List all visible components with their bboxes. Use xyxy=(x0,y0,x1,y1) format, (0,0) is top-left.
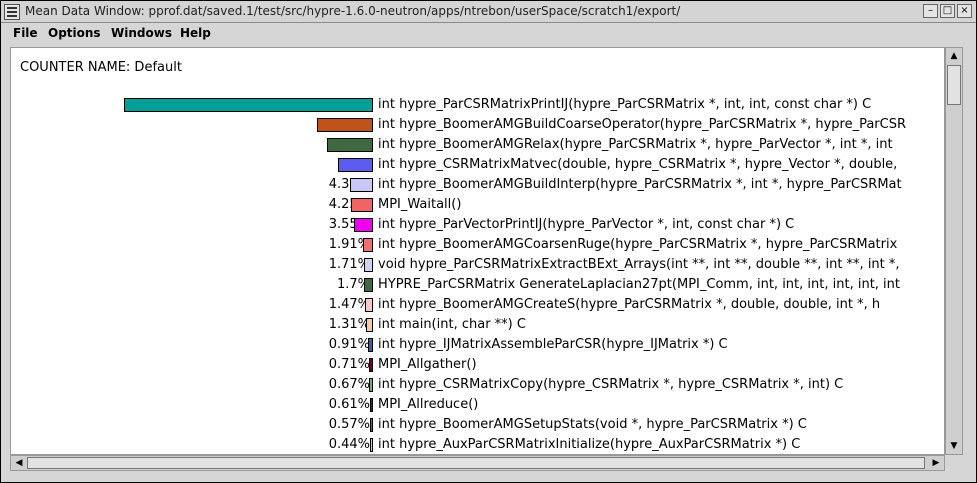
percent-bar[interactable] xyxy=(369,378,373,392)
percent-value: 0.61% xyxy=(328,397,370,412)
menu-help[interactable]: Help xyxy=(180,26,211,40)
function-name[interactable]: int hypre_IJMatrixAssembleParCSR(hypre_I… xyxy=(378,337,728,352)
percent-bar[interactable] xyxy=(369,358,373,372)
minimize-button[interactable]: – xyxy=(923,4,938,18)
percent-value: 1.47% xyxy=(328,297,370,312)
function-row[interactable]: 0.67% int hypre_CSRMatrixCopy(hypre_CSRMa… xyxy=(11,375,944,395)
percent-bar[interactable] xyxy=(354,218,373,232)
function-row[interactable]: 1.31% int main(int, char **) C xyxy=(11,315,944,335)
function-name[interactable]: int hypre_BoomerAMGCoarsenRuge(hypre_Par… xyxy=(378,237,897,252)
percent-bar[interactable] xyxy=(366,318,373,332)
function-name[interactable]: int hypre_BoomerAMGSetupStats(void *, hy… xyxy=(378,417,807,432)
mean-data-panel: COUNTER NAME: Default 47.22%int hypre_Pa… xyxy=(10,47,945,455)
function-name[interactable]: int hypre_ParCSRMatrixPrintIJ(hypre_ParC… xyxy=(378,97,871,112)
horizontal-scroll-thumb[interactable] xyxy=(27,457,925,469)
function-row[interactable]: 1.47% int hypre_BoomerAMGCreateS(hypre_Pa… xyxy=(11,295,944,315)
function-row[interactable]: 6.7%int hypre_CSRMatrixMatvec(double, hy… xyxy=(11,155,944,175)
mean-data-window: Mean Data Window: pprof.dat/saved.1/test… xyxy=(0,0,977,483)
function-row[interactable]: 0.91% int hypre_IJMatrixAssembleParCSR(hy… xyxy=(11,335,944,355)
function-row[interactable]: 1.71% void hypre_ParCSRMatrixExtractBExt_… xyxy=(11,255,944,275)
maximize-button[interactable]: □ xyxy=(940,4,955,18)
scroll-left-icon[interactable]: ◀ xyxy=(13,456,25,470)
function-name[interactable]: MPI_Allreduce() xyxy=(378,397,478,412)
function-name[interactable]: int hypre_BoomerAMGBuildCoarseOperator(h… xyxy=(378,117,906,132)
function-name[interactable]: HYPRE_ParCSRMatrix GenerateLaplacian27pt… xyxy=(378,277,900,292)
function-row[interactable]: 0.61% MPI_Allreduce() xyxy=(11,395,944,415)
percent-value: 0.71% xyxy=(328,357,370,372)
percent-value: 1.31% xyxy=(328,317,370,332)
percent-bar[interactable] xyxy=(363,238,373,252)
percent-value: 0.67% xyxy=(328,377,370,392)
vertical-scrollbar[interactable]: ▲ ▼ xyxy=(945,47,963,455)
function-row[interactable]: 4.25% MPI_Waitall() xyxy=(11,195,944,215)
percent-value: 0.91% xyxy=(328,337,370,352)
function-name[interactable]: int hypre_BoomerAMGBuildInterp(hypre_Par… xyxy=(378,177,902,192)
percent-bar[interactable] xyxy=(364,278,373,292)
percent-value: 0.44% xyxy=(328,437,370,452)
menu-windows[interactable]: Windows xyxy=(111,26,172,40)
function-row[interactable]: 0.57% int hypre_BoomerAMGSetupStats(void … xyxy=(11,415,944,435)
menu-file[interactable]: File xyxy=(13,26,38,40)
function-row[interactable]: 3.55% int hypre_ParVectorPrintIJ(hypre_Pa… xyxy=(11,215,944,235)
function-row[interactable]: 1.7% HYPRE_ParCSRMatrix GenerateLaplacian… xyxy=(11,275,944,295)
function-name[interactable]: MPI_Allgather() xyxy=(378,357,477,372)
percent-bar[interactable] xyxy=(370,398,373,412)
vertical-scroll-thumb[interactable] xyxy=(947,65,961,105)
horizontal-scrollbar[interactable]: ◀ ▶ xyxy=(10,455,945,471)
function-row[interactable]: 10.67%int hypre_BoomerAMGBuildCoarseOper… xyxy=(11,115,944,135)
function-name[interactable]: int hypre_BoomerAMGCreateS(hypre_ParCSRM… xyxy=(378,297,880,312)
function-row[interactable]: 0.71% MPI_Allgather() xyxy=(11,355,944,375)
percent-bar[interactable] xyxy=(368,338,373,352)
percent-bar[interactable] xyxy=(370,438,373,452)
close-button[interactable]: × xyxy=(957,4,972,18)
menu-bar: File Options Windows Help xyxy=(1,23,976,44)
function-name[interactable]: int hypre_AuxParCSRMatrixInitialize(hypr… xyxy=(378,437,800,452)
percent-bar[interactable] xyxy=(351,198,373,212)
counter-name-label: COUNTER NAME: Default xyxy=(20,60,182,75)
percent-bar[interactable] xyxy=(124,98,373,112)
menu-options[interactable]: Options xyxy=(48,26,101,40)
function-row[interactable]: 0.44% int hypre_AuxParCSRMatrixInitialize… xyxy=(11,435,944,454)
scroll-up-icon[interactable]: ▲ xyxy=(947,49,961,63)
scroll-down-icon[interactable]: ▼ xyxy=(947,439,961,453)
title-bar[interactable]: Mean Data Window: pprof.dat/saved.1/test… xyxy=(1,1,976,23)
percent-value: 0.57% xyxy=(328,417,370,432)
function-name[interactable]: int hypre_BoomerAMGRelax(hypre_ParCSRMat… xyxy=(378,137,893,152)
scroll-right-icon[interactable]: ▶ xyxy=(930,456,942,470)
function-row[interactable]: 8.69%int hypre_BoomerAMGRelax(hypre_ParC… xyxy=(11,135,944,155)
percent-bar[interactable] xyxy=(327,138,373,152)
function-name[interactable]: int hypre_CSRMatrixCopy(hypre_CSRMatrix … xyxy=(378,377,843,392)
function-name[interactable]: MPI_Waitall() xyxy=(378,197,461,212)
function-row[interactable]: 47.22%int hypre_ParCSRMatrixPrintIJ(hypr… xyxy=(11,95,944,115)
percent-bar[interactable] xyxy=(370,418,373,432)
function-name[interactable]: void hypre_ParCSRMatrixExtractBExt_Array… xyxy=(378,257,900,272)
percent-bar[interactable] xyxy=(350,178,373,192)
function-name[interactable]: int hypre_ParVectorPrintIJ(hypre_ParVect… xyxy=(378,217,794,232)
window-title: Mean Data Window: pprof.dat/saved.1/test… xyxy=(25,4,681,18)
function-row[interactable]: 4.33%int hypre_BoomerAMGBuildInterp(hypr… xyxy=(11,175,944,195)
function-row[interactable]: 1.91% int hypre_BoomerAMGCoarsenRuge(hypr… xyxy=(11,235,944,255)
function-name[interactable]: int main(int, char **) C xyxy=(378,317,526,332)
window-menu-icon[interactable] xyxy=(4,4,20,20)
percent-bar[interactable] xyxy=(338,158,373,172)
function-name[interactable]: int hypre_CSRMatrixMatvec(double, hypre_… xyxy=(378,157,897,172)
percent-bar[interactable] xyxy=(364,258,373,272)
percent-bar[interactable] xyxy=(365,298,373,312)
percent-bar[interactable] xyxy=(317,118,373,132)
